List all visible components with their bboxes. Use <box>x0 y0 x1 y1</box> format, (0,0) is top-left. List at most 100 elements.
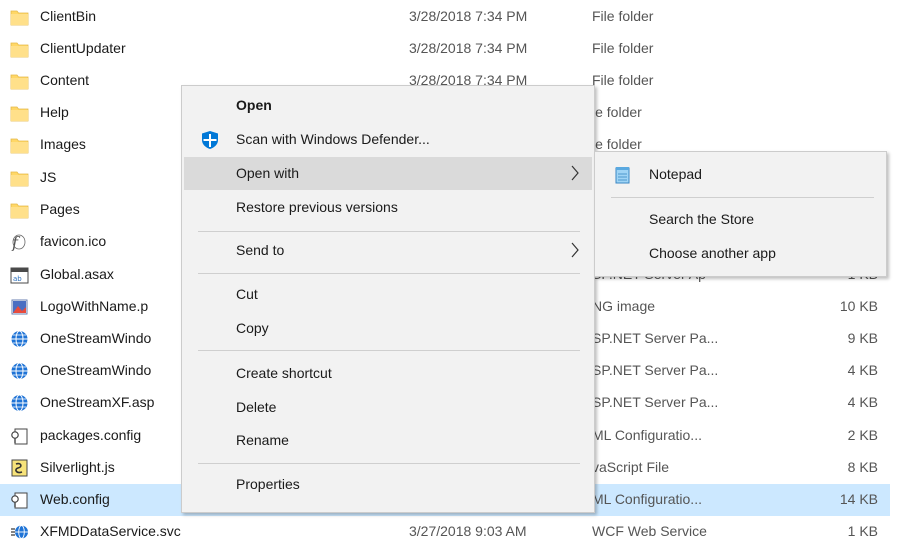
submenu-item-search-store-label: Search the Store <box>649 211 755 227</box>
svg-text:ab: ab <box>13 275 22 283</box>
file-size: 9 KB <box>847 330 878 346</box>
svc-file-icon <box>10 523 29 541</box>
menu-item-cut-label: Cut <box>236 286 258 302</box>
menu-item-open[interactable]: Open <box>184 89 592 122</box>
file-type: SP.NET Server Pa... <box>592 362 719 378</box>
file-size: 14 KB <box>839 491 878 507</box>
file-name: Images <box>40 136 86 152</box>
file-type: ML Configuratio... <box>592 427 702 443</box>
windows-defender-icon <box>200 130 220 150</box>
folder-icon <box>10 8 29 26</box>
menu-separator <box>198 463 580 464</box>
file-row[interactable]: XFMDDataService.svc 3/27/2018 9:03 AM WCF … <box>0 516 890 548</box>
menu-item-open-with-label: Open with <box>236 165 300 181</box>
file-name: OneStreamXF.asp <box>40 394 155 410</box>
file-size: 1 KB <box>847 523 878 539</box>
asax-file-icon: ab <box>10 266 29 284</box>
open-with-submenu: Notepad Search the Store Choose another … <box>594 151 887 277</box>
file-size: 10 KB <box>839 298 878 314</box>
png-file-icon <box>10 298 29 316</box>
file-size: 8 KB <box>847 459 878 475</box>
aspx-file-icon <box>10 362 29 380</box>
file-name: ClientBin <box>40 8 97 24</box>
menu-separator <box>611 197 874 198</box>
file-name: Content <box>40 72 90 88</box>
menu-item-copy[interactable]: Copy <box>184 312 592 345</box>
file-name: Silverlight.js <box>40 459 115 475</box>
menu-separator <box>198 231 580 232</box>
file-name: JS <box>40 169 57 185</box>
menu-item-rename[interactable]: Rename <box>184 424 592 457</box>
file-type: vaScript File <box>592 459 670 475</box>
menu-item-scan-label: Scan with Windows Defender... <box>236 131 430 147</box>
folder-icon <box>10 72 29 90</box>
file-type: le folder <box>592 136 642 152</box>
context-menu: Open Scan with Windows Defender... Open … <box>181 85 595 513</box>
folder-icon <box>10 169 29 187</box>
menu-item-open-label: Open <box>236 97 272 113</box>
file-name: Web.config <box>40 491 110 507</box>
aspx-file-icon <box>10 330 29 348</box>
file-size: 4 KB <box>847 394 878 410</box>
menu-item-send-to[interactable]: Send to <box>184 234 592 267</box>
file-type: File folder <box>592 72 654 88</box>
file-size: 4 KB <box>847 362 878 378</box>
file-row[interactable]: ClientBin 3/28/2018 7:34 PM File folder <box>0 1 890 33</box>
menu-item-delete[interactable]: Delete <box>184 391 592 424</box>
file-name: XFMDDataService.svc <box>40 523 181 539</box>
submenu-item-notepad-label: Notepad <box>649 166 702 182</box>
file-date-modified: 3/28/2018 7:34 PM <box>409 40 528 56</box>
file-name: favicon.ico <box>40 233 107 249</box>
menu-item-create-shortcut-label: Create shortcut <box>236 365 332 381</box>
js-file-icon <box>10 459 29 477</box>
file-type: NG image <box>592 298 656 314</box>
file-name: OneStreamWindo <box>40 362 152 378</box>
menu-separator <box>198 273 580 274</box>
menu-item-properties-label: Properties <box>236 476 300 492</box>
file-date-modified: 3/27/2018 9:03 AM <box>409 523 527 539</box>
file-size: 2 KB <box>847 427 878 443</box>
file-name: OneStreamWindo <box>40 330 152 346</box>
submenu-item-search-store[interactable]: Search the Store <box>597 203 884 236</box>
file-name: Global.asax <box>40 266 114 282</box>
menu-separator <box>198 350 580 351</box>
chevron-right-icon <box>570 241 580 259</box>
file-type: File folder <box>592 40 654 56</box>
chevron-right-icon <box>570 164 580 182</box>
file-type: File folder <box>592 8 654 24</box>
menu-item-send-to-label: Send to <box>236 242 285 258</box>
menu-item-scan-defender[interactable]: Scan with Windows Defender... <box>184 123 592 156</box>
file-row[interactable]: ClientUpdater 3/28/2018 7:34 PM File folde… <box>0 33 890 65</box>
submenu-item-notepad[interactable]: Notepad <box>597 158 884 191</box>
notepad-icon <box>613 165 633 185</box>
file-type: SP.NET Server Pa... <box>592 394 719 410</box>
menu-item-open-with[interactable]: Open with <box>184 157 592 190</box>
folder-icon <box>10 201 29 219</box>
menu-item-create-shortcut[interactable]: Create shortcut <box>184 357 592 390</box>
config-file-icon <box>10 427 29 445</box>
submenu-item-choose-app[interactable]: Choose another app <box>597 237 884 270</box>
menu-item-rename-label: Rename <box>236 432 289 448</box>
folder-icon <box>10 104 29 122</box>
file-name: Help <box>40 104 69 120</box>
menu-item-restore-label: Restore previous versions <box>236 199 398 215</box>
config-file-icon <box>10 491 29 509</box>
menu-item-cut[interactable]: Cut <box>184 278 592 311</box>
file-date-modified: 3/28/2018 7:34 PM <box>409 8 528 24</box>
file-name: ClientUpdater <box>40 40 126 56</box>
menu-item-copy-label: Copy <box>236 320 269 336</box>
submenu-item-choose-app-label: Choose another app <box>649 245 776 261</box>
aspx-file-icon <box>10 394 29 412</box>
folder-icon <box>10 136 29 154</box>
file-name: Pages <box>40 201 80 217</box>
file-type: WCF Web Service <box>592 523 707 539</box>
menu-item-properties[interactable]: Properties <box>184 468 592 501</box>
file-name: LogoWithName.p <box>40 298 149 314</box>
menu-item-delete-label: Delete <box>236 399 277 415</box>
menu-item-restore-previous[interactable]: Restore previous versions <box>184 191 592 224</box>
file-type: le folder <box>592 104 642 120</box>
file-name: packages.config <box>40 427 142 443</box>
favicon-file-icon: f <box>10 233 29 252</box>
file-type: SP.NET Server Pa... <box>592 330 719 346</box>
file-type: ML Configuratio... <box>592 491 702 507</box>
